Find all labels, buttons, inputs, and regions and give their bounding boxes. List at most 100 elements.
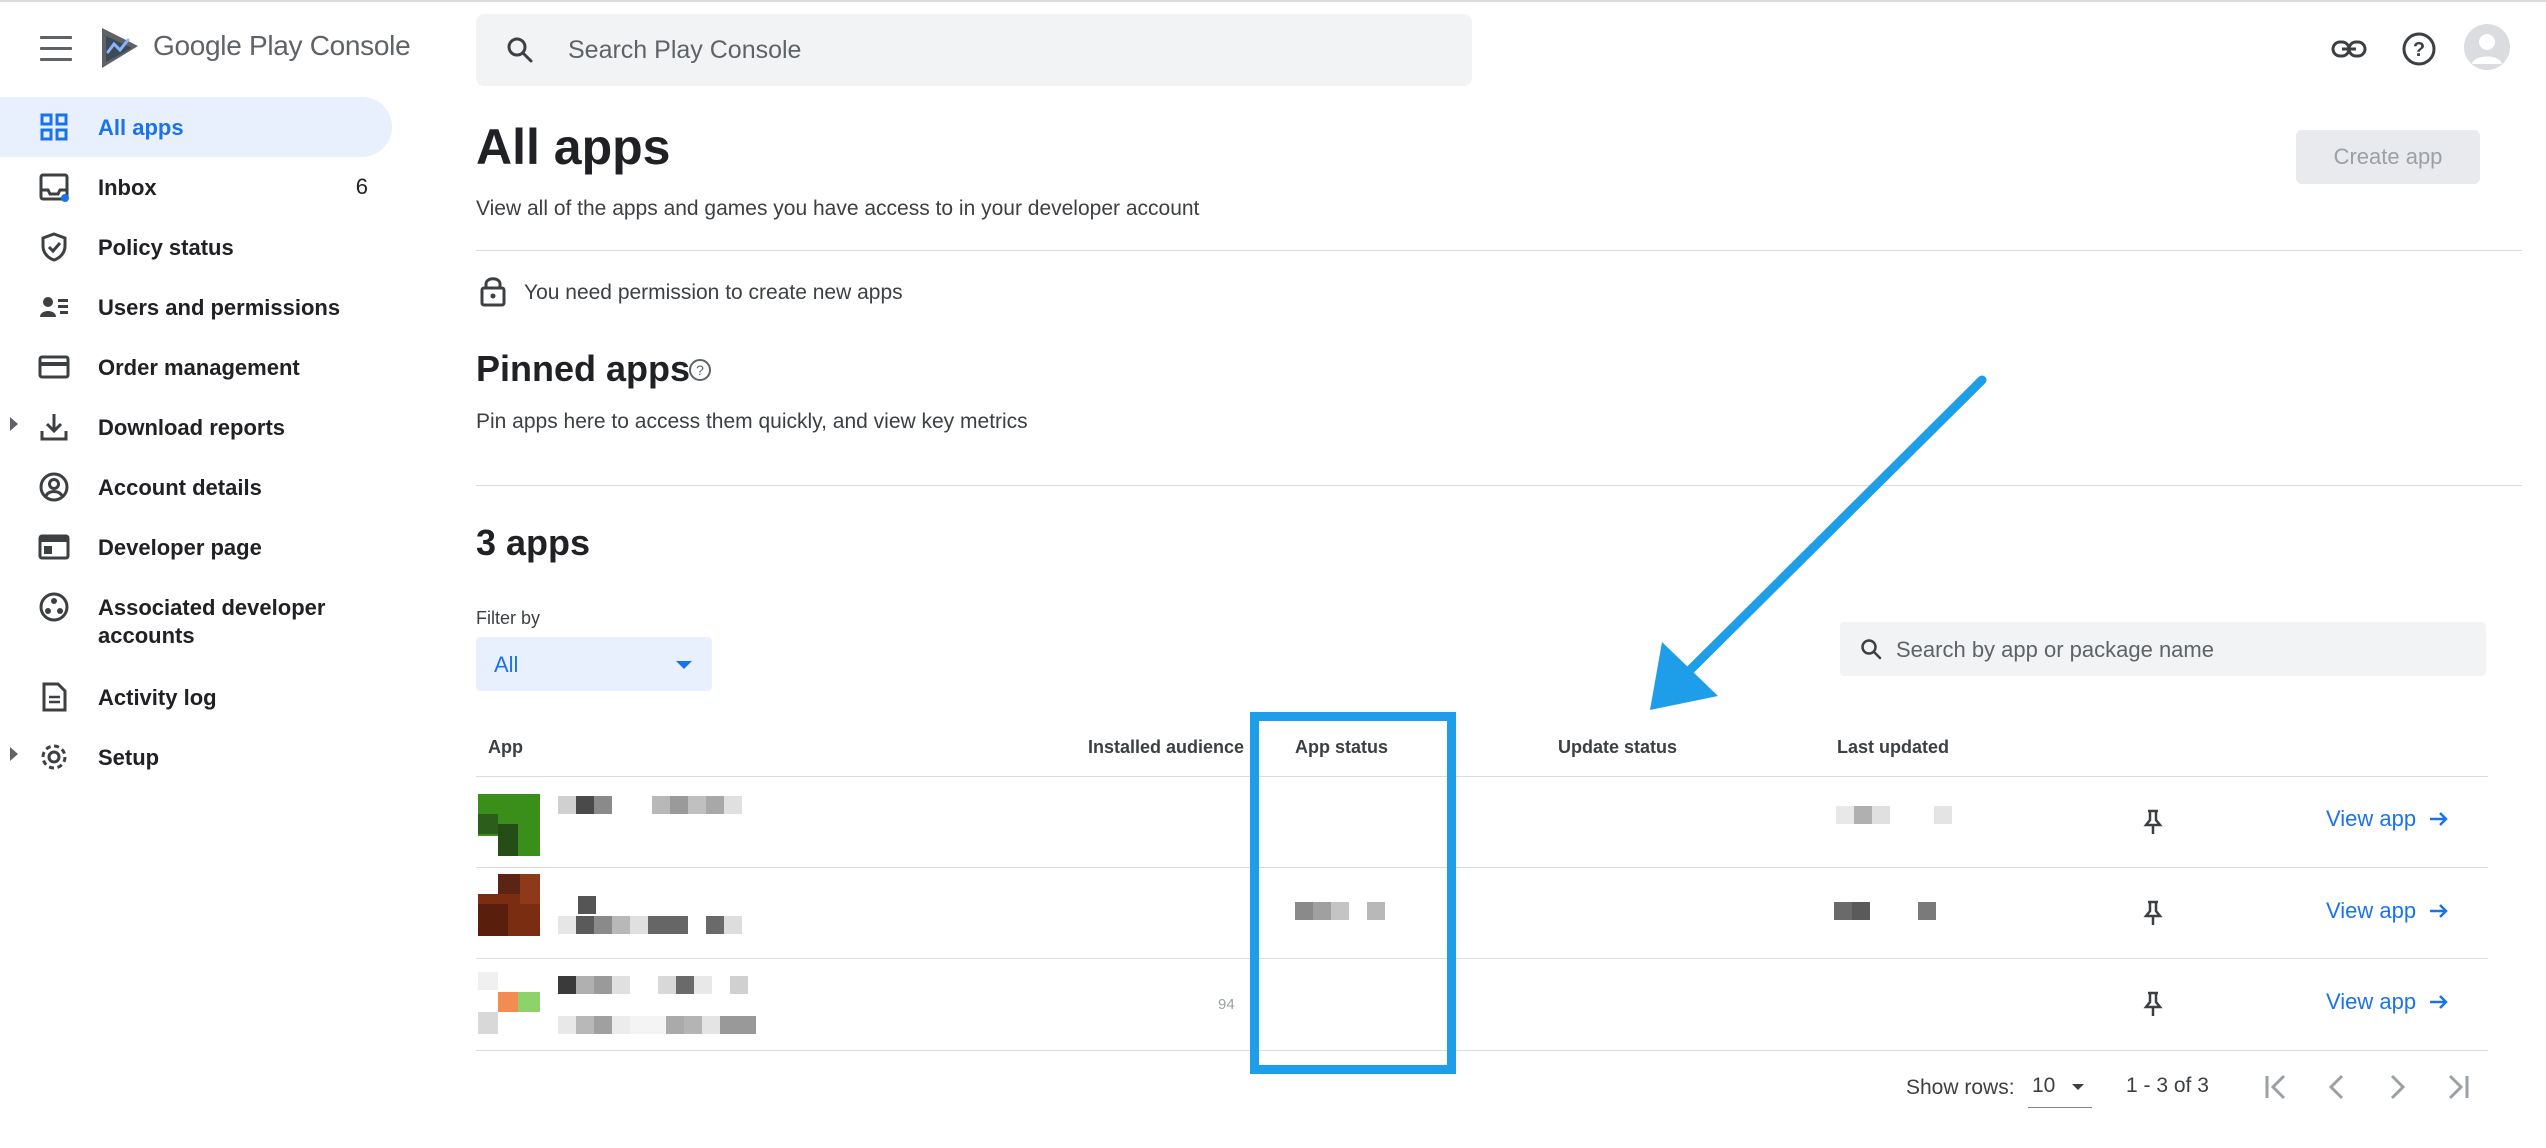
last-page-icon[interactable] [2440, 1070, 2474, 1104]
sidebar-item-download-reports[interactable]: Download reports [0, 397, 392, 457]
link-icon[interactable] [2330, 30, 2368, 68]
first-page-icon[interactable] [2260, 1070, 2294, 1104]
shield-icon [41, 232, 67, 262]
sidebar-item-activity-log[interactable]: Activity log [0, 667, 392, 727]
pixelated-app-package [558, 1016, 756, 1034]
rows-per-page-value: 10 [2032, 1074, 2056, 1097]
divider [476, 485, 2522, 486]
column-header-app[interactable]: App [488, 737, 523, 758]
filter-value: All [494, 652, 519, 677]
sidebar-item-label: Download reports [98, 415, 286, 440]
top-border [0, 0, 2546, 2]
column-header-last-updated[interactable]: Last updated [1837, 737, 1949, 758]
view-app-link[interactable]: View app [2326, 898, 2450, 924]
sidebar-item-order-management[interactable]: Order management [0, 337, 392, 397]
pin-icon[interactable] [2141, 990, 2165, 1018]
sidebar-item-policy-status[interactable]: Policy status [0, 217, 392, 277]
play-console-logo [102, 28, 138, 68]
pixelated-last-updated [1836, 806, 1952, 824]
view-app-link[interactable]: View app [2326, 989, 2450, 1015]
sidebar-item-setup[interactable]: Setup [0, 727, 392, 787]
expand-caret-icon[interactable] [10, 747, 18, 761]
create-app-button[interactable]: Create app [2296, 130, 2480, 184]
pin-icon[interactable] [2141, 899, 2165, 927]
svg-text:?: ? [2413, 39, 2425, 61]
sidebar-item-inbox[interactable]: Inbox 6 [0, 157, 392, 217]
app-icon [478, 874, 540, 936]
gear-icon [41, 744, 67, 770]
installed-audience-fragment: 94 [1218, 996, 1235, 1013]
lock-icon [480, 277, 506, 307]
pixelated-app-package [558, 916, 742, 934]
help-circle-icon[interactable]: ? [688, 358, 712, 382]
sidebar-item-label: All apps [98, 115, 184, 140]
view-app-label: View app [2326, 989, 2417, 1014]
account-circle-icon [39, 472, 69, 502]
pixelated-app-name [558, 796, 742, 814]
column-header-update-status[interactable]: Update status [1558, 737, 1677, 758]
expand-caret-icon[interactable] [10, 417, 18, 431]
page-title: All apps [476, 119, 671, 175]
web-page-icon [38, 534, 70, 560]
sidebar-item-label: Account details [98, 475, 262, 500]
rows-per-page-select[interactable]: 10 [2028, 1068, 2092, 1108]
user-silhouette-icon [2472, 34, 2502, 64]
filter-dropdown[interactable]: All [476, 637, 712, 691]
sidebar-item-label: Developer page [98, 535, 262, 560]
sidebar-item-users-and-permissions[interactable]: Users and permissions [0, 277, 392, 337]
filter-label: Filter by [476, 608, 541, 628]
dropdown-arrow-icon [676, 661, 692, 669]
search-icon [507, 37, 533, 63]
sidebar-item-developer-page[interactable]: Developer page [0, 517, 392, 577]
brand-name: Google Play Console [153, 30, 411, 61]
annotation-arrow-icon [1650, 375, 1987, 710]
sidebar-item-label: Setup [98, 745, 160, 770]
pixelated-last-updated [1834, 902, 1936, 920]
sidebar-item-label: Inbox [98, 175, 157, 200]
download-icon [40, 414, 68, 441]
pinned-apps-title: Pinned apps [476, 348, 691, 389]
highlight-box [1250, 712, 1456, 1074]
sidebar-item-label: Order management [98, 355, 300, 380]
pinned-apps-subtitle: Pin apps here to access them quickly, an… [476, 410, 1028, 433]
inbox-icon [39, 173, 69, 202]
avatar[interactable] [2464, 24, 2510, 70]
row-divider [476, 958, 2488, 959]
pixelated-app-name [578, 896, 596, 914]
table-header-divider [476, 776, 2488, 777]
svg-text:?: ? [696, 362, 704, 378]
pixelated-app-name [558, 976, 748, 994]
sidebar-item-label-line2: accounts [98, 623, 195, 648]
next-page-icon[interactable] [2380, 1070, 2414, 1104]
arrow-right-icon [2430, 812, 2448, 826]
table-bottom-divider [476, 1050, 2488, 1051]
hamburger-menu-icon[interactable] [40, 36, 72, 62]
column-header-installed-audience[interactable]: Installed audience [1088, 737, 1244, 758]
document-icon [42, 682, 67, 712]
search-placeholder: Search Play Console [568, 36, 802, 64]
rows-per-page-label: Show rows: [1906, 1076, 2015, 1099]
sidebar-item-label: Users and permissions [98, 295, 341, 320]
view-app-label: View app [2326, 898, 2417, 923]
sidebar-item-associated-developer-accounts[interactable]: Associated developer accounts [0, 577, 392, 665]
sidebar-item-label-line1: Associated developer [98, 595, 326, 620]
help-icon[interactable]: ? [2400, 30, 2438, 68]
app-icon [478, 972, 540, 1034]
global-search-bar[interactable]: Search Play Console [476, 14, 1472, 86]
divider [476, 250, 2522, 251]
sidebar-item-all-apps[interactable]: All apps [0, 97, 392, 157]
dropdown-arrow-icon [2072, 1084, 2084, 1090]
grid-icon [40, 113, 68, 141]
page-subtitle: View all of the apps and games you have … [476, 197, 1200, 220]
apps-count-title: 3 apps [476, 522, 591, 563]
sidebar-item-account-details[interactable]: Account details [0, 457, 392, 517]
credit-card-icon [38, 355, 70, 379]
arrow-right-icon [2430, 904, 2448, 918]
sidebar-item-label: Associated developer accounts [98, 594, 325, 650]
pin-icon[interactable] [2141, 808, 2165, 836]
permission-notice: You need permission to create new apps [524, 281, 903, 304]
arrow-right-icon [2430, 995, 2448, 1009]
view-app-link[interactable]: View app [2326, 806, 2450, 832]
inbox-count-badge: 6 [355, 174, 368, 199]
previous-page-icon[interactable] [2320, 1070, 2354, 1104]
